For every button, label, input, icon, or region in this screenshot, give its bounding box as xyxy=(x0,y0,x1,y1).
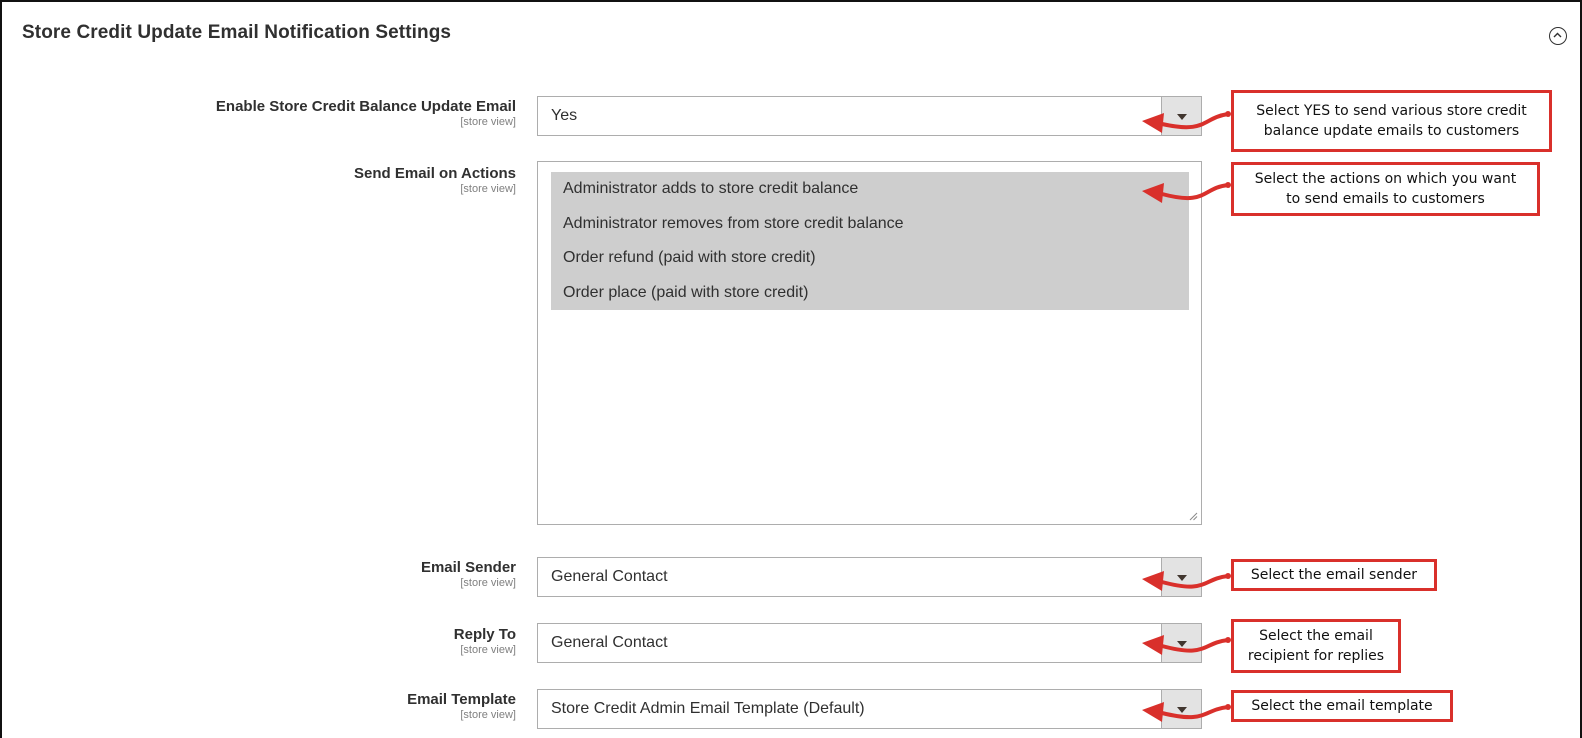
email-template-label: Email Template [store view] xyxy=(407,691,516,721)
caret-down-icon[interactable] xyxy=(1161,97,1201,135)
selected-value: Store Credit Admin Email Template (Defau… xyxy=(551,700,865,717)
section-title[interactable]: Store Credit Update Email Notification S… xyxy=(22,22,451,44)
reply-to-select[interactable]: General Contact xyxy=(537,623,1202,663)
callout-line: Select YES to send various store credit xyxy=(1256,103,1527,119)
email-template-select[interactable]: Store Credit Admin Email Template (Defau… xyxy=(537,689,1202,729)
scope-label: [store view] xyxy=(460,116,516,128)
option-order-place[interactable]: Order place (paid with store credit) xyxy=(551,276,1189,311)
selected-value: General Contact xyxy=(551,634,668,651)
caret-down-icon[interactable] xyxy=(1161,558,1201,596)
caret-down-icon[interactable] xyxy=(1161,690,1201,728)
callout-line: Select the email xyxy=(1259,628,1373,644)
field-label: Send Email on Actions xyxy=(354,165,516,182)
callout-actions: Select the actions on which you want to … xyxy=(1231,162,1540,216)
option-admin-removes[interactable]: Administrator removes from store credit … xyxy=(551,207,1189,242)
field-label: Reply To xyxy=(453,626,516,643)
enable-email-select[interactable]: Yes xyxy=(537,96,1202,136)
callout-line: Select the actions on which you want xyxy=(1254,171,1517,187)
field-label: Email Sender xyxy=(420,559,516,576)
callout-sender: Select the email sender xyxy=(1231,559,1437,591)
callout-enable: Select YES to send various store credit … xyxy=(1231,90,1552,152)
option-order-refund[interactable]: Order refund (paid with store credit) xyxy=(551,241,1189,276)
callout-line: recipient for replies xyxy=(1247,648,1385,664)
email-sender-label: Email Sender [store view] xyxy=(421,559,516,589)
callout-line: Select the email template xyxy=(1251,698,1433,714)
collapse-circle-icon[interactable] xyxy=(1549,27,1567,45)
option-admin-adds[interactable]: Administrator adds to store credit balan… xyxy=(551,172,1189,207)
callout-line: to send emails to customers xyxy=(1286,191,1485,207)
callout-line: balance update emails to customers xyxy=(1263,123,1520,139)
enable-email-label: Enable Store Credit Balance Update Email… xyxy=(216,98,516,128)
scope-label: [store view] xyxy=(460,577,516,589)
email-sender-select[interactable]: General Contact xyxy=(537,557,1202,597)
options-list: Administrator adds to store credit balan… xyxy=(551,172,1189,310)
selected-value: General Contact xyxy=(551,568,668,585)
callout-line: Select the email sender xyxy=(1250,567,1418,583)
send-actions-label: Send Email on Actions [store view] xyxy=(354,165,516,195)
resize-grip-icon[interactable] xyxy=(1188,511,1198,521)
reply-to-label: Reply To [store view] xyxy=(454,626,516,656)
scope-label: [store view] xyxy=(460,183,516,195)
scope-label: [store view] xyxy=(460,644,516,656)
field-label: Enable Store Credit Balance Update Email xyxy=(215,98,516,115)
send-actions-multiselect[interactable]: Administrator adds to store credit balan… xyxy=(537,161,1202,525)
callout-template: Select the email template xyxy=(1231,690,1453,722)
selected-value: Yes xyxy=(551,107,578,124)
settings-panel: Store Credit Update Email Notification S… xyxy=(0,0,1582,738)
caret-down-icon[interactable] xyxy=(1161,624,1201,662)
field-label: Email Template xyxy=(407,691,516,708)
scope-label: [store view] xyxy=(460,709,516,721)
callout-reply-to: Select the email recipient for replies xyxy=(1231,619,1401,673)
